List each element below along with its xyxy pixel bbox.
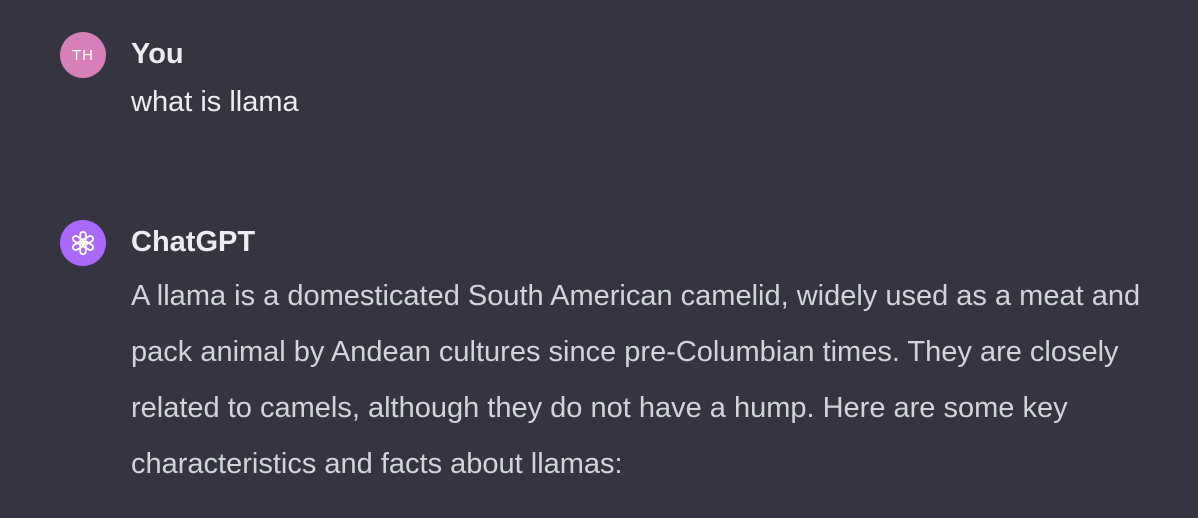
user-message-paragraph: what is llama [131, 86, 299, 118]
openai-logo-icon [71, 230, 95, 256]
user-avatar: TH [60, 32, 106, 78]
user-author-name: You [131, 38, 184, 70]
assistant-message-text: A llama is a domesticated South American… [131, 268, 1161, 492]
assistant-message-paragraph: A llama is a domesticated South American… [131, 280, 1141, 480]
assistant-avatar [60, 220, 106, 266]
user-avatar-initials: TH [72, 46, 94, 64]
user-message-text: what is llama [131, 84, 1161, 120]
assistant-author-name: ChatGPT [131, 226, 256, 258]
